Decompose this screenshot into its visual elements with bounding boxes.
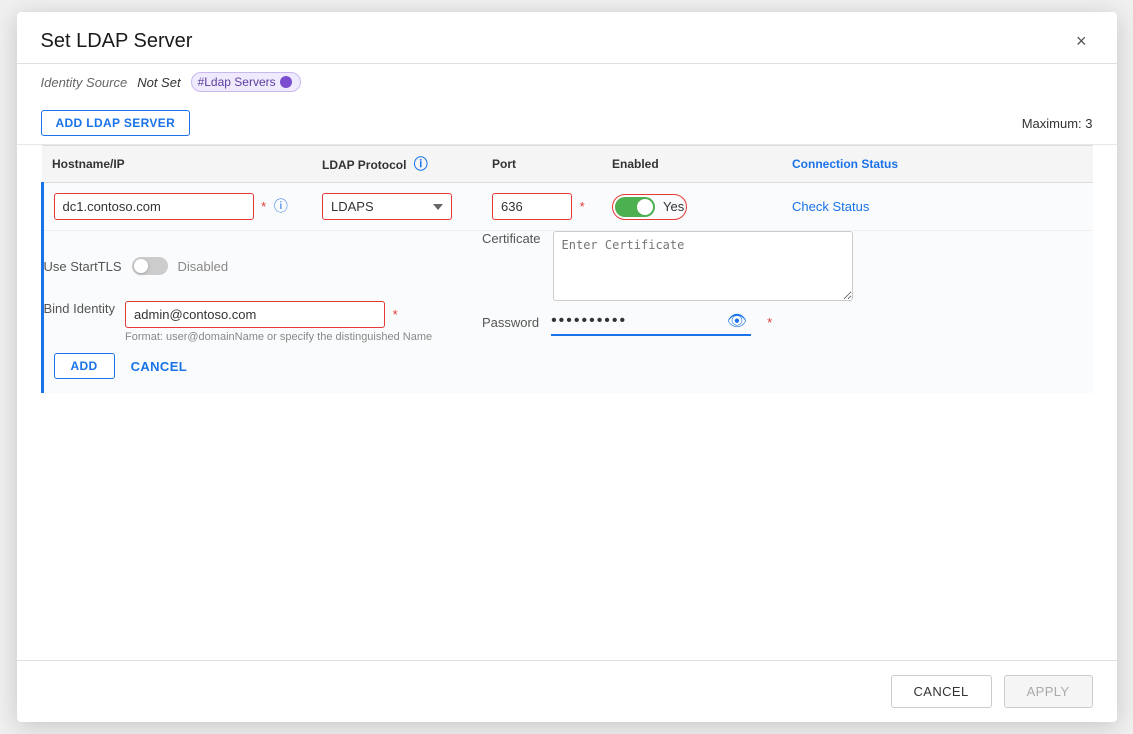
maximum-label: Maximum: 3 [1022, 116, 1093, 131]
password-input[interactable] [551, 308, 751, 334]
tag-text: #Ldap Servers [198, 75, 276, 89]
action-row: ADD CANCEL [44, 343, 1093, 393]
starttls-toggle[interactable] [132, 257, 168, 275]
protocol-cell: LDAPS LDAP [312, 183, 482, 231]
starttls-toggle-thumb [134, 259, 148, 273]
password-input-wrap: 👁 [551, 308, 751, 336]
port-input[interactable] [492, 193, 572, 220]
bind-format-hint: Format: user@domainName or specify the d… [125, 331, 432, 343]
ldap-servers-tag[interactable]: #Ldap Servers [191, 72, 301, 92]
password-eye-icon[interactable]: 👁 [727, 311, 747, 331]
check-status-link[interactable]: Check Status [792, 199, 869, 214]
password-required-star: * [767, 315, 772, 330]
starttls-disabled-label: Disabled [178, 259, 229, 274]
action-buttons-row: ADD CANCEL [42, 343, 1093, 393]
toolbar: ADD LDAP SERVER Maximum: 3 [17, 102, 1117, 145]
starttls-row: Use StartTLS Disabled [44, 257, 483, 275]
starttls-label: Use StartTLS [44, 259, 122, 274]
enabled-toggle-switch[interactable] [615, 197, 655, 217]
footer-cancel-button[interactable]: CANCEL [891, 675, 992, 708]
password-cell: Password 👁 * [482, 301, 1093, 343]
col-header-port: Port [482, 146, 602, 183]
add-button[interactable]: ADD [54, 353, 115, 379]
ldap-entry-row: * ⓘ LDAPS LDAP * [42, 183, 1093, 231]
protocol-select[interactable]: LDAPS LDAP [322, 193, 452, 220]
enabled-toggle-wrap[interactable]: Yes [615, 197, 684, 217]
cancel-inline-button[interactable]: CANCEL [131, 359, 188, 374]
certificate-textarea[interactable] [553, 231, 853, 301]
tag-dot-icon [280, 76, 292, 88]
hostname-cell: * ⓘ [42, 183, 312, 231]
hostname-info-icon[interactable]: ⓘ [274, 198, 288, 214]
bind-identity-field-wrap: * Format: user@domainName or specify the… [125, 301, 432, 343]
dialog-title: Set LDAP Server [41, 30, 193, 53]
add-ldap-server-button[interactable]: ADD LDAP SERVER [41, 110, 191, 136]
password-row: Password 👁 * [482, 308, 1093, 336]
starttls-cert-row: Use StartTLS Disabled Certificate [42, 231, 1093, 302]
identity-not-set: Not Set [137, 75, 180, 90]
dialog-footer: CANCEL APPLY [17, 660, 1117, 722]
certificate-label: Certificate [482, 231, 541, 246]
enabled-cell: Yes [602, 183, 782, 231]
col-header-hostname: Hostname/IP [42, 146, 312, 183]
bind-identity-input[interactable] [125, 301, 385, 328]
toggle-slider [615, 197, 655, 217]
enabled-yes-label: Yes [663, 199, 684, 214]
footer-apply-button: APPLY [1004, 675, 1093, 708]
identity-row: Identity Source Not Set #Ldap Servers [17, 64, 1117, 102]
starttls-cell: Use StartTLS Disabled [42, 231, 482, 302]
protocol-info-icon[interactable]: ⓘ [414, 156, 428, 172]
col-header-connection-status: Connection Status [782, 146, 1093, 183]
bind-identity-label: Bind Identity [44, 301, 116, 316]
identity-source-label: Identity Source [41, 75, 128, 90]
bind-identity-cell: Bind Identity * Format: user@domainName … [42, 301, 482, 343]
enabled-toggle-border: Yes [612, 194, 687, 220]
certificate-cell: Certificate [482, 231, 1093, 302]
set-ldap-server-dialog: Set LDAP Server × Identity Source Not Se… [17, 12, 1117, 722]
hostname-input[interactable] [54, 193, 254, 220]
action-buttons-cell: ADD CANCEL [42, 343, 1093, 393]
close-button[interactable]: × [1070, 30, 1093, 52]
col-header-enabled: Enabled [602, 146, 782, 183]
port-required-star: * [580, 199, 585, 214]
certificate-row: Certificate [482, 231, 1093, 301]
table-header-row: Hostname/IP LDAP Protocol ⓘ Port Enabled… [42, 146, 1093, 183]
hostname-required-star: * [261, 199, 266, 214]
table-area: Hostname/IP LDAP Protocol ⓘ Port Enabled… [17, 145, 1117, 660]
ldap-table: Hostname/IP LDAP Protocol ⓘ Port Enabled… [41, 145, 1093, 393]
dialog-header: Set LDAP Server × [17, 12, 1117, 64]
bind-password-row: Bind Identity * Format: user@domainName … [42, 301, 1093, 343]
connection-status-cell: Check Status [782, 183, 1093, 231]
port-cell: * [482, 183, 602, 231]
password-label: Password [482, 315, 539, 330]
bind-identity-wrap: Bind Identity * Format: user@domainName … [44, 301, 483, 343]
col-header-protocol: LDAP Protocol ⓘ [312, 146, 482, 183]
bind-required-star: * [393, 307, 398, 322]
